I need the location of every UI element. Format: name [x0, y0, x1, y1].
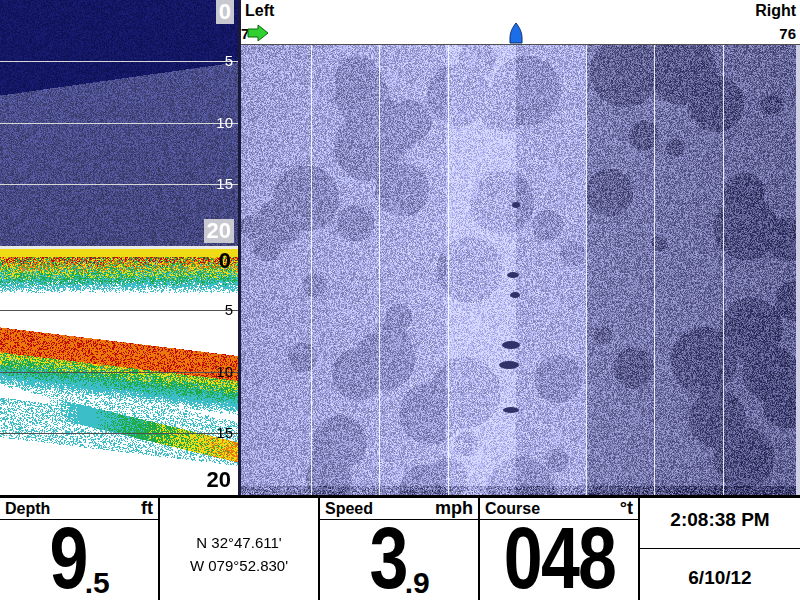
right-range-value: 76	[779, 25, 796, 42]
side-range-row: 7 76	[241, 22, 800, 44]
depth-label: 10	[215, 114, 234, 132]
speed-readout-unit: mph	[435, 498, 473, 519]
depth-gridline	[0, 61, 238, 62]
depth-readout-label: Depth	[5, 500, 50, 518]
depth-label: 0	[216, 249, 234, 273]
readout-bar: Depthft9.5N 32°47.611'W 079°52.830'Speed…	[0, 495, 800, 600]
depth-label: 5	[224, 52, 234, 70]
depth-label: 20	[204, 219, 234, 243]
speed-readout-header: Speed mph	[320, 498, 478, 520]
course-readout-number: 048	[503, 520, 614, 598]
depth-gridline	[0, 433, 238, 434]
depth-gridline	[0, 123, 238, 124]
speed-readout: Speedmph3.9	[320, 498, 480, 600]
longitude: W 079°52.830'	[190, 557, 288, 574]
depth-readout-value: 9.5	[0, 520, 158, 600]
depth-readout-whole: 9	[50, 520, 87, 598]
time-separator	[640, 548, 800, 549]
speed-readout-value: 3.9	[320, 520, 478, 600]
depth-gridline	[0, 310, 238, 311]
side-imaging-panel: Left Right 7 76	[241, 0, 800, 495]
fishfinder-screen: 05101520 05101520 LeftRight776 Depthft9.…	[0, 0, 800, 600]
course-readout-label: Course	[485, 500, 540, 518]
sonar-area: 0 5 10 15 20 0 5 10 15 20 Left Right 7 76	[0, 0, 800, 495]
depth-label: 15	[215, 175, 234, 193]
left-range: 7	[245, 24, 269, 42]
depth-label: 15	[215, 424, 234, 442]
course-readout: Course °t 048	[480, 498, 640, 600]
course-readout-value: 048	[480, 520, 638, 600]
boat-icon	[509, 22, 523, 44]
depth-gridline	[0, 184, 238, 185]
side-imaging-image	[241, 45, 796, 495]
time: 2:08:38 PM	[670, 505, 769, 535]
side-imaging-header: Left Right 7 76	[241, 0, 800, 45]
side-imaging-view	[241, 45, 800, 495]
time-readout: 2:08:38 PM 6/10/12	[640, 498, 800, 600]
course-readout-header: Course °t	[480, 498, 638, 520]
speed-readout-label: Speed	[325, 500, 373, 518]
down-imaging-panel: 0 5 10 15 20	[0, 0, 238, 249]
depth-readout-header: Depth ft	[0, 498, 158, 520]
side-labels-row: Left Right	[241, 0, 800, 22]
depth-label: 20	[204, 468, 234, 492]
green-arrow-icon	[247, 24, 269, 42]
speed-readout-whole: 3	[370, 520, 407, 598]
depth-readout-fraction: .5	[85, 568, 110, 598]
course-readout-unit: °t	[620, 498, 633, 519]
latitude: N 32°47.611'	[196, 534, 281, 551]
depth-label: 0	[216, 0, 234, 24]
right-label: Right	[755, 2, 796, 20]
depth-readout: Depthft9.5	[0, 498, 160, 600]
depth-label: 5	[224, 301, 234, 319]
left-label: Left	[245, 2, 274, 20]
depth-label: 10	[215, 363, 234, 381]
sonar-2d-panel: 0 5 10 15 20	[0, 249, 238, 495]
speed-readout-fraction: .9	[405, 568, 430, 598]
depth-gridline	[0, 372, 238, 373]
position-readout: N 32°47.611' W 079°52.830'	[160, 498, 320, 600]
left-column: 0 5 10 15 20 0 5 10 15 20	[0, 0, 241, 495]
date: 6/10/12	[688, 563, 751, 593]
depth-readout-unit: ft	[141, 498, 153, 519]
